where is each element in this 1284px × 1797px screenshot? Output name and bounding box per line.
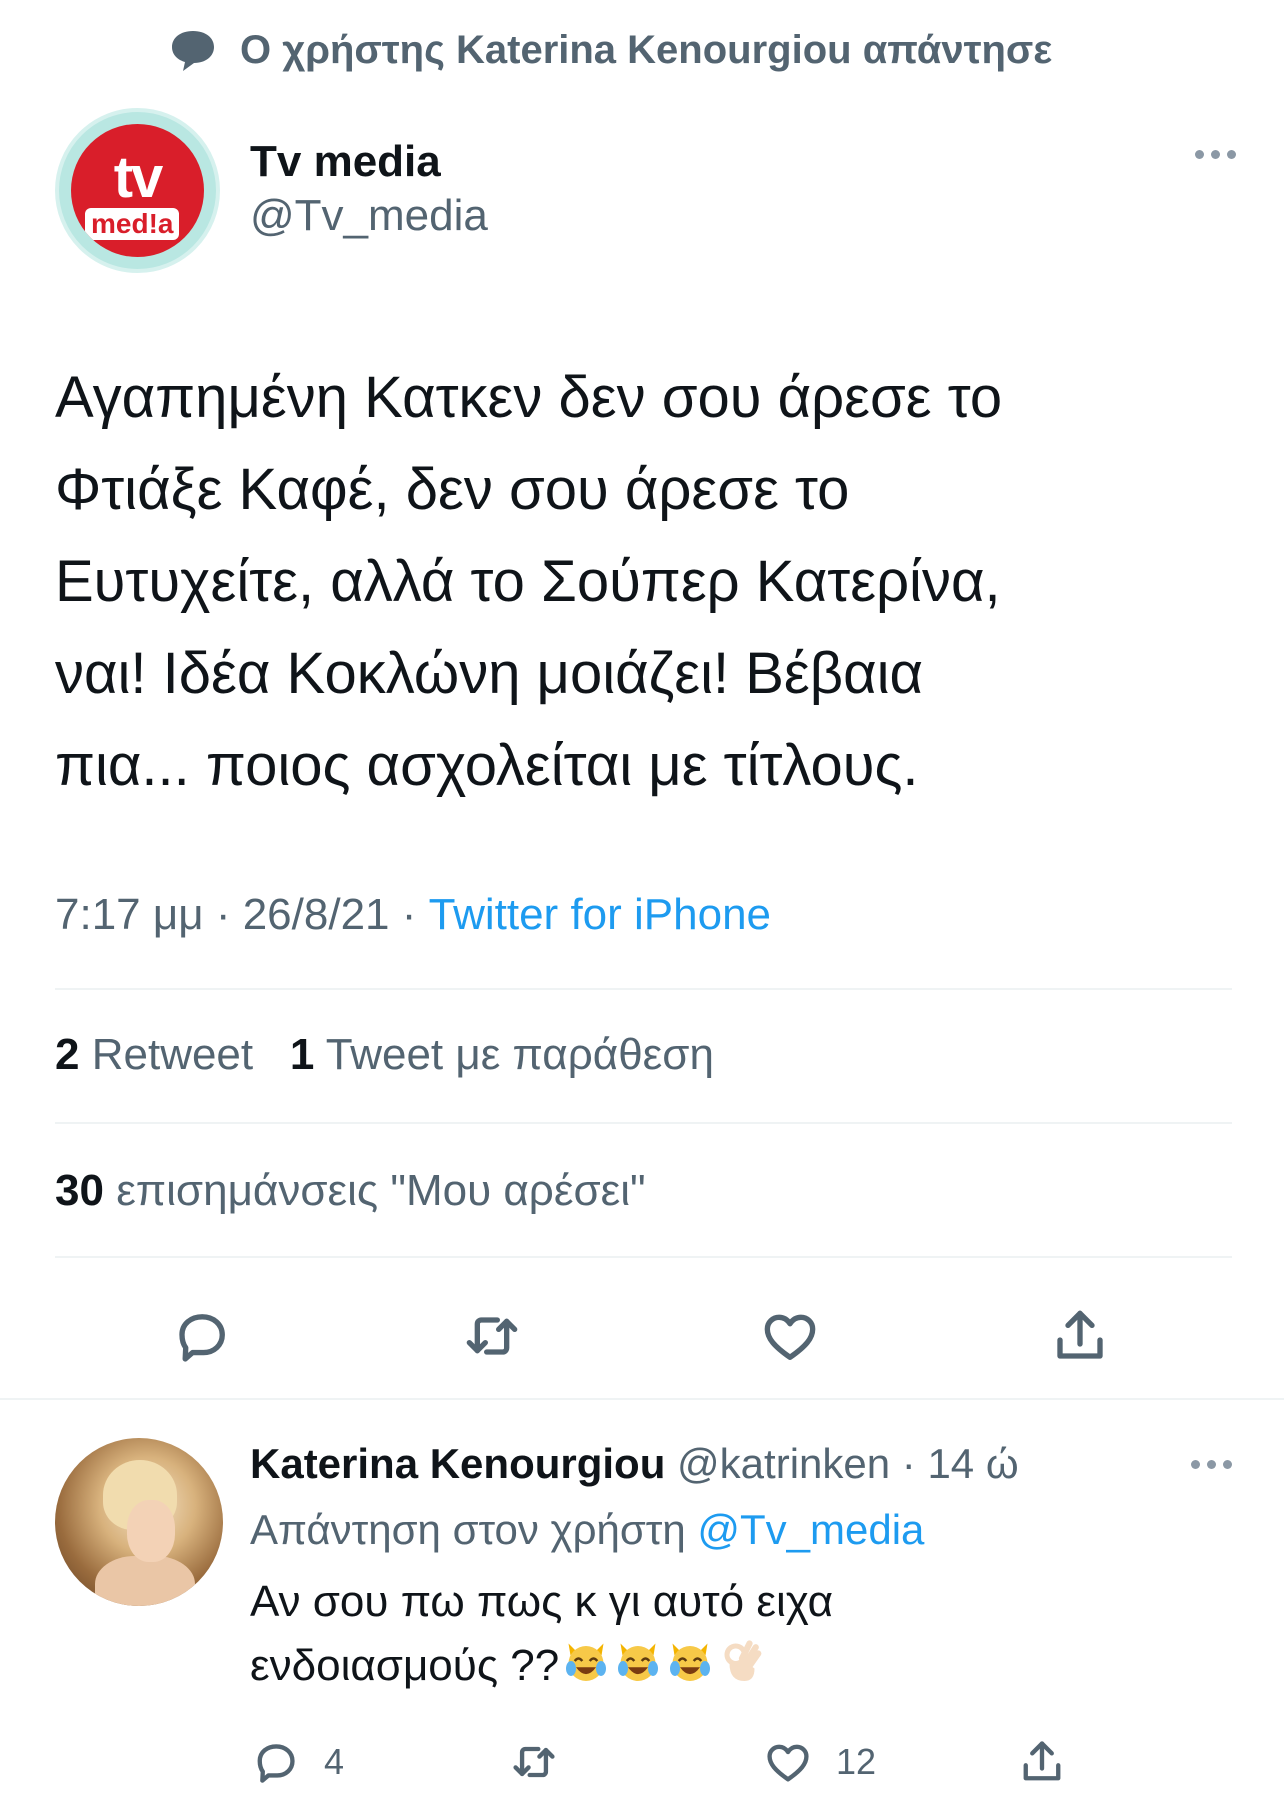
- reply-author-handle[interactable]: @katrinken: [677, 1440, 890, 1487]
- author-handle[interactable]: @Tv_media: [250, 188, 488, 244]
- reply-icon[interactable]: [162, 1296, 242, 1376]
- avatar-logo-media: med!a: [85, 208, 180, 240]
- reply-text-line: ενδοιασμούς ??: [250, 1634, 833, 1698]
- avatar-logo-tv: tv: [113, 145, 164, 210]
- retweets-link[interactable]: 2 Retweet: [55, 1030, 253, 1079]
- reply-like-button[interactable]: 12: [762, 1732, 876, 1792]
- tweet-author[interactable]: Tv media @Tv_media: [250, 136, 488, 244]
- author-name[interactable]: Tv media: [250, 136, 488, 188]
- avatar[interactable]: [55, 1438, 223, 1606]
- meta-separator: ·: [401, 890, 429, 939]
- reply-icon: [257, 1744, 295, 1783]
- tweet-text-line: Αγαπημένη Κατκεν δεν σου άρεσε το: [55, 365, 1003, 430]
- tweet-meta: 7:17 μμ · 26/8/21 · Twitter for iPhone: [55, 890, 771, 940]
- tweet-action-bar: [0, 1296, 1284, 1376]
- reply-context-text: Ο χρήστης Katerina Kenourgiou απάντησε: [240, 27, 1053, 72]
- replying-to: Απάντηση στον χρήστη @Tv_media: [250, 1500, 924, 1560]
- likes-count: 30: [55, 1166, 104, 1215]
- replying-mention[interactable]: @Tv_media: [697, 1506, 924, 1553]
- reply-text-line2: ενδοιασμούς ??: [250, 1641, 560, 1690]
- cat-tears-of-joy-emoji-icon: [670, 1643, 711, 1681]
- tweet-text-line: Φτιάξε Καφέ, δεν σου άρεσε το: [55, 457, 850, 522]
- ok-hand-emoji-icon: [724, 1640, 762, 1681]
- cat-tears-of-joy-emoji-icon: [566, 1643, 607, 1681]
- divider: [55, 1122, 1232, 1124]
- like-count: 12: [836, 1741, 877, 1782]
- retweet-stats: 2 Retweet 1 Tweet με παράθεση: [55, 1030, 714, 1080]
- share-icon: [1023, 1741, 1061, 1781]
- tweet-text-line: ναι! Ιδέα Κοκλώνη μοιάζει! Βέβαια: [55, 641, 924, 706]
- retweets-label: Retweet: [91, 1030, 254, 1079]
- like-heart-icon: [767, 1744, 809, 1782]
- divider: [55, 1256, 1232, 1258]
- likes-label: επισημάνσεις "Μου αρέσει": [116, 1166, 646, 1215]
- reply-time[interactable]: 14 ώ: [927, 1440, 1018, 1487]
- quotes-label: Tweet με παράθεση: [325, 1030, 714, 1079]
- retweets-count: 2: [55, 1030, 80, 1079]
- more-options-icon[interactable]: [1191, 1460, 1232, 1469]
- meta-separator: ·: [215, 890, 243, 939]
- speech-bubble-icon: [172, 31, 214, 71]
- reply-header: Katerina Kenourgiou @katrinken · 14 ώ: [250, 1434, 1019, 1494]
- reply-count: 4: [324, 1741, 345, 1782]
- share-icon[interactable]: [1040, 1296, 1120, 1376]
- tweet-text: Αγαπημένη Κατκεν δεν σου άρεσε το Φτιάξε…: [55, 352, 1215, 812]
- tweet-time[interactable]: 7:17 μμ: [55, 890, 204, 939]
- reply-author-name[interactable]: Katerina Kenourgiou: [250, 1440, 665, 1487]
- avatar[interactable]: tv med!a: [55, 108, 220, 273]
- more-options-icon[interactable]: [1195, 150, 1236, 159]
- tweet-header: tv med!a Tv media @Tv_media: [55, 108, 1244, 278]
- reply-text: Αν σου πω πως κ γι αυτό ειχα ενδοιασμούς…: [250, 1570, 833, 1698]
- retweet-icon: [513, 1746, 555, 1778]
- reply-share-button[interactable]: [1016, 1732, 1068, 1792]
- tweet-date[interactable]: 26/8/21: [243, 890, 390, 939]
- tweet-text-line: Ευτυχείτε, αλλά το Σούπερ Κατερίνα,: [55, 549, 1001, 614]
- section-separator: [0, 1398, 1284, 1400]
- quotes-count: 1: [289, 1030, 315, 1079]
- reply-context: Ο χρήστης Katerina Kenourgiou απάντησε: [168, 22, 1052, 78]
- quotes-link[interactable]: 1 Tweet με παράθεση: [290, 1030, 714, 1079]
- cat-tears-of-joy-emoji-icon: [618, 1643, 659, 1681]
- retweet-icon[interactable]: [452, 1296, 532, 1376]
- reply-reply-button[interactable]: 4: [250, 1732, 344, 1792]
- reply-text-line: Αν σου πω πως κ γι αυτό ειχα: [250, 1577, 834, 1626]
- replying-prefix: Απάντηση στον χρήστη: [250, 1506, 686, 1553]
- divider: [55, 988, 1232, 990]
- reply-action-bar: 4 12: [0, 1732, 1284, 1792]
- meta-separator: ·: [890, 1440, 928, 1487]
- like-heart-icon[interactable]: [750, 1296, 830, 1376]
- reply-retweet-button[interactable]: [508, 1732, 560, 1792]
- reply-tweet[interactable]: Katerina Kenourgiou @katrinken · 14 ώ Απ…: [0, 1420, 1284, 1797]
- tweet-source[interactable]: Twitter for iPhone: [429, 890, 771, 939]
- likes-link[interactable]: 30 επισημάνσεις "Μου αρέσει": [55, 1166, 646, 1216]
- tweet-text-line: πια... ποιος ασχολείται με τίτλους.: [55, 733, 919, 798]
